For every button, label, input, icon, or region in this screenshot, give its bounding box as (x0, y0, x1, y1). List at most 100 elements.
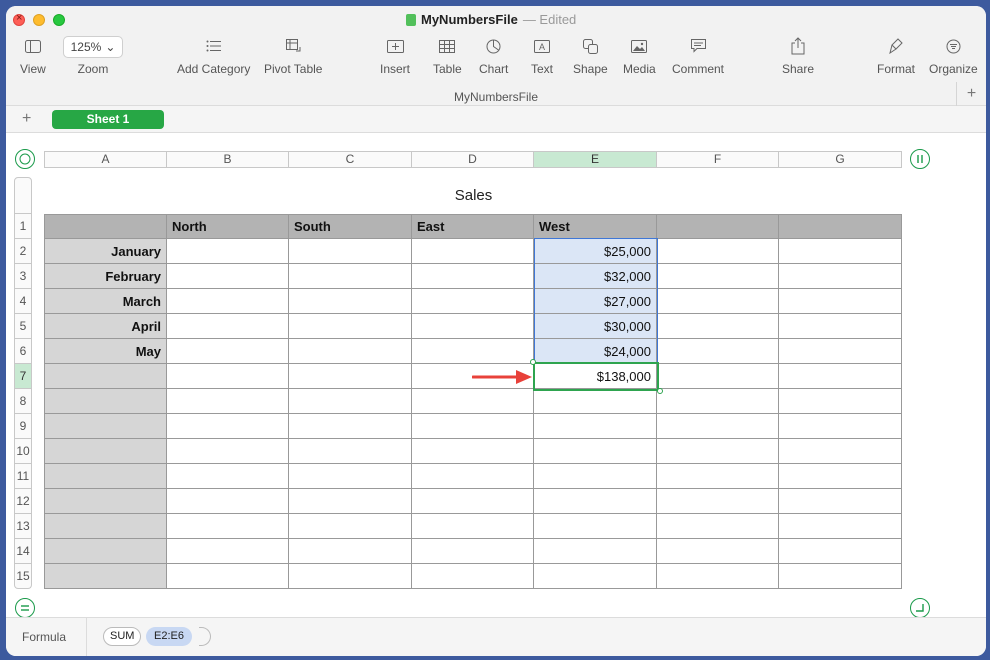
add-column-handle-icon[interactable] (910, 149, 930, 169)
cell-e2[interactable]: $25,000 (534, 239, 657, 264)
cell-b11[interactable] (167, 464, 289, 489)
resize-table-handle-icon[interactable] (910, 598, 930, 618)
row-header-13[interactable]: 13 (14, 514, 32, 539)
cell-f14[interactable] (657, 539, 779, 564)
cell-c14[interactable] (289, 539, 412, 564)
tab-sheet-1[interactable]: Sheet 1 (52, 110, 164, 129)
cell-b9[interactable] (167, 414, 289, 439)
cell-g12[interactable] (779, 489, 902, 514)
cell-c13[interactable] (289, 514, 412, 539)
cell-f1[interactable] (657, 214, 779, 239)
cell-g5[interactable] (779, 314, 902, 339)
share-button[interactable]: Share (782, 36, 814, 76)
cell-f7[interactable] (657, 364, 779, 389)
cell-d12[interactable] (412, 489, 534, 514)
selection-handle-bottom-right[interactable] (657, 388, 663, 394)
cell-a8[interactable] (44, 389, 167, 414)
column-header-e[interactable]: E (534, 151, 657, 168)
sum-total-cell[interactable]: $138,000 (534, 364, 657, 389)
cell-b8[interactable] (167, 389, 289, 414)
cell-f6[interactable] (657, 339, 779, 364)
close-window-button[interactable] (13, 12, 25, 26)
cell-d2[interactable] (412, 239, 534, 264)
cell-g13[interactable] (779, 514, 902, 539)
cell-c8[interactable] (289, 389, 412, 414)
cell-e1[interactable]: West (534, 214, 657, 239)
cell-b4[interactable] (167, 289, 289, 314)
cell-c3[interactable] (289, 264, 412, 289)
row-header-11[interactable]: 11 (14, 464, 32, 489)
cell-d14[interactable] (412, 539, 534, 564)
cell-b7[interactable] (167, 364, 289, 389)
cell-a9[interactable] (44, 414, 167, 439)
formula-range-token[interactable]: E2:E6 (146, 627, 192, 646)
row-header-9[interactable]: 9 (14, 414, 32, 439)
cell-a12[interactable] (44, 489, 167, 514)
cell-a2[interactable]: January (44, 239, 167, 264)
cell-g8[interactable] (779, 389, 902, 414)
cell-g3[interactable] (779, 264, 902, 289)
cell-f2[interactable] (657, 239, 779, 264)
cell-c10[interactable] (289, 439, 412, 464)
selection-handle-top-left[interactable] (530, 359, 536, 365)
cell-d8[interactable] (412, 389, 534, 414)
cell-e12[interactable] (534, 489, 657, 514)
cell-c5[interactable] (289, 314, 412, 339)
cell-f4[interactable] (657, 289, 779, 314)
cell-f10[interactable] (657, 439, 779, 464)
cell-f3[interactable] (657, 264, 779, 289)
cell-a14[interactable] (44, 539, 167, 564)
cell-e4[interactable]: $27,000 (534, 289, 657, 314)
cell-f15[interactable] (657, 564, 779, 589)
pivot-table-button[interactable]: Pivot Table (264, 36, 322, 76)
cell-g15[interactable] (779, 564, 902, 589)
cell-c2[interactable] (289, 239, 412, 264)
cell-b14[interactable] (167, 539, 289, 564)
cell-c4[interactable] (289, 289, 412, 314)
cell-a4[interactable]: March (44, 289, 167, 314)
cell-a10[interactable] (44, 439, 167, 464)
row-header-8[interactable]: 8 (14, 389, 32, 414)
cell-b1[interactable]: North (167, 214, 289, 239)
cell-d10[interactable] (412, 439, 534, 464)
cell-e3[interactable]: $32,000 (534, 264, 657, 289)
cell-g1[interactable] (779, 214, 902, 239)
insert-button[interactable]: Insert (380, 36, 410, 76)
row-header-6[interactable]: 6 (14, 339, 32, 364)
table-button[interactable]: Table (433, 36, 462, 76)
cell-b6[interactable] (167, 339, 289, 364)
minimize-window-button[interactable] (33, 14, 45, 26)
cell-a7[interactable] (44, 364, 167, 389)
cell-b10[interactable] (167, 439, 289, 464)
column-header-b[interactable]: B (167, 151, 289, 168)
cell-f11[interactable] (657, 464, 779, 489)
cell-c6[interactable] (289, 339, 412, 364)
cell-c1[interactable]: South (289, 214, 412, 239)
text-button[interactable]: A Text (531, 36, 553, 76)
cell-b3[interactable] (167, 264, 289, 289)
cell-a5[interactable]: April (44, 314, 167, 339)
media-button[interactable]: Media (623, 36, 656, 76)
select-table-icon[interactable] (15, 149, 35, 169)
cell-c9[interactable] (289, 414, 412, 439)
cell-g2[interactable] (779, 239, 902, 264)
cell-e13[interactable] (534, 514, 657, 539)
cell-g6[interactable] (779, 339, 902, 364)
row-header-3[interactable]: 3 (14, 264, 32, 289)
cell-a13[interactable] (44, 514, 167, 539)
cell-b2[interactable] (167, 239, 289, 264)
organize-button[interactable]: Organize (929, 36, 978, 76)
cell-f9[interactable] (657, 414, 779, 439)
shape-button[interactable]: Shape (573, 36, 608, 76)
cell-f8[interactable] (657, 389, 779, 414)
zoom-control[interactable]: 125% ⌄ Zoom (63, 36, 123, 76)
cell-g7[interactable] (779, 364, 902, 389)
row-header-1[interactable]: 1 (14, 214, 32, 239)
cell-c7[interactable] (289, 364, 412, 389)
formula-function-token[interactable]: SUM (103, 627, 142, 646)
cell-e14[interactable] (534, 539, 657, 564)
add-icon[interactable]: + (956, 82, 986, 106)
maximize-window-button[interactable] (53, 14, 65, 26)
view-button[interactable]: View (20, 36, 46, 76)
cell-c15[interactable] (289, 564, 412, 589)
